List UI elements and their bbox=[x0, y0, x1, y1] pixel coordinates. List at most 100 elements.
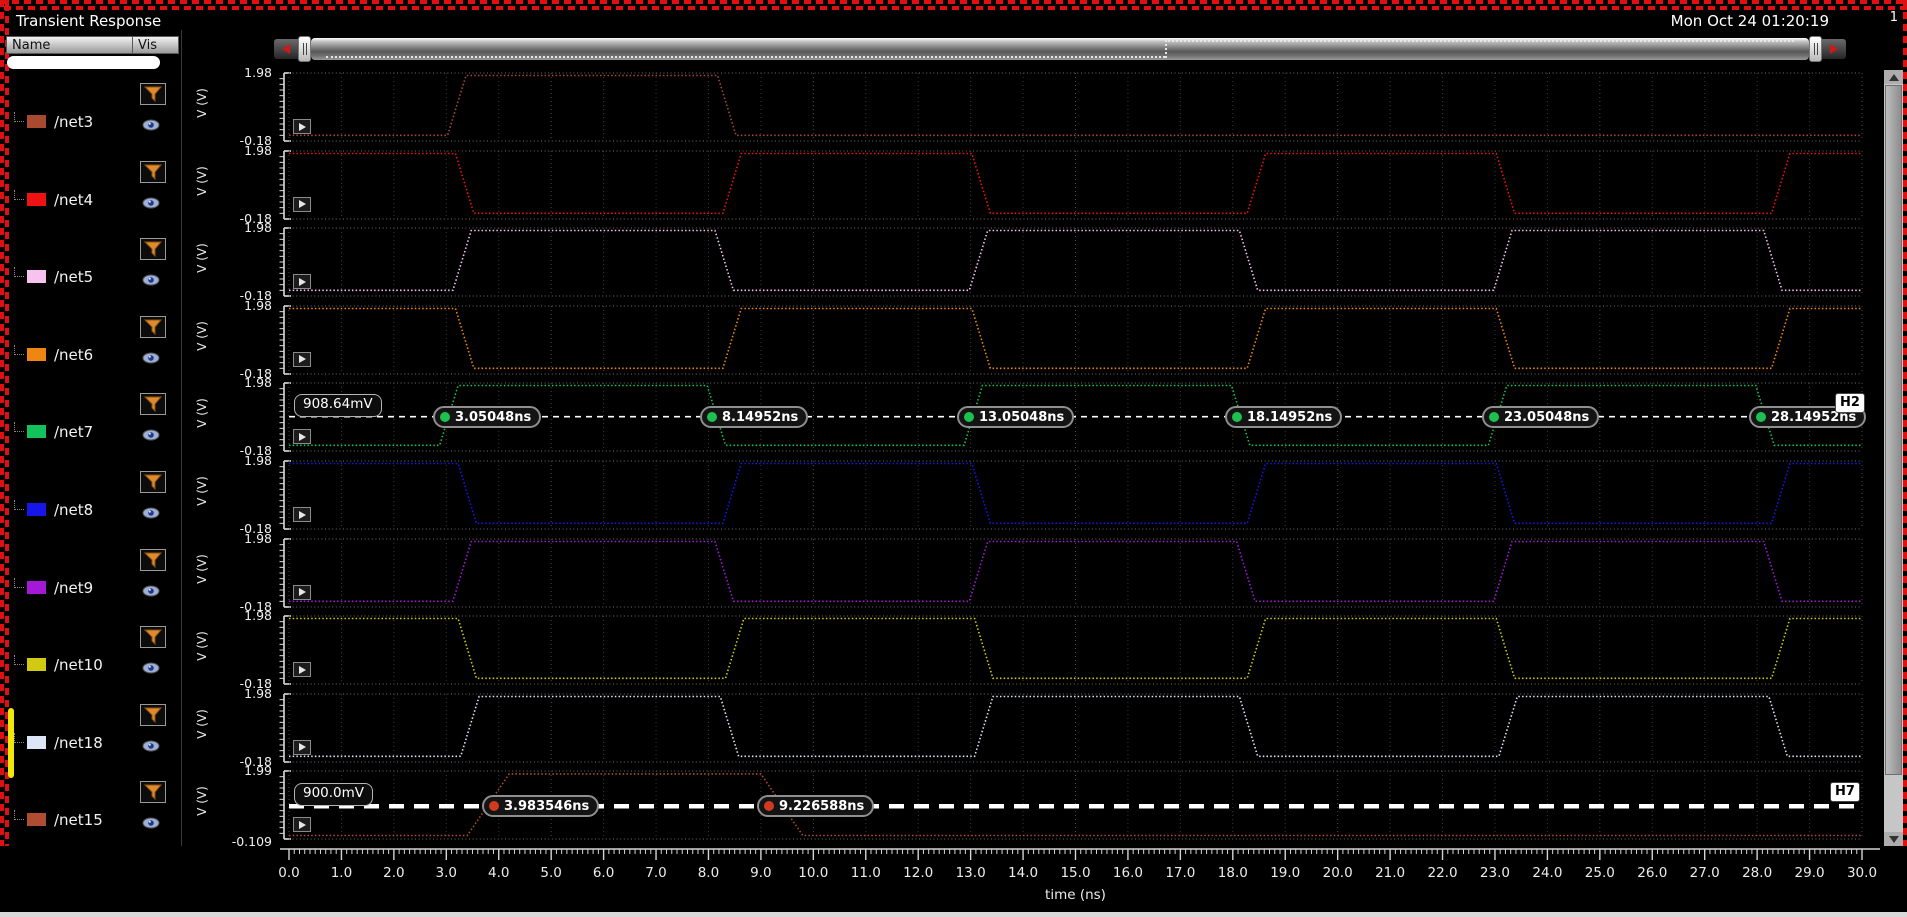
filter-button[interactable] bbox=[140, 703, 166, 726]
net-color-swatch[interactable] bbox=[27, 580, 46, 594]
marker-point[interactable]: 13.05048ns bbox=[957, 406, 1075, 429]
net-name[interactable]: /net6 bbox=[54, 346, 93, 364]
visibility-toggle[interactable] bbox=[142, 814, 160, 829]
net-color-swatch[interactable] bbox=[27, 425, 46, 439]
net-name[interactable]: /net9 bbox=[54, 579, 93, 597]
waveform-viewer-window: Transient Response Mon Oct 24 01:20:19 1… bbox=[0, 0, 1907, 917]
net-name[interactable]: /net7 bbox=[54, 423, 93, 441]
waveform-strip: V (V) 1.99 -0.109 900.0mV 3.983546ns 9.226588… bbox=[190, 763, 1884, 849]
column-header-name[interactable]: Name bbox=[6, 36, 133, 54]
vertical-scrollbar[interactable] bbox=[1884, 70, 1903, 846]
horizontal-zoom-slider[interactable] bbox=[274, 36, 1846, 62]
strip-play-button[interactable] bbox=[293, 351, 311, 367]
net-row[interactable]: /net4 bbox=[0, 160, 182, 238]
strip-play-button[interactable] bbox=[293, 196, 311, 212]
net-name[interactable]: /net4 bbox=[54, 191, 93, 209]
net-color-swatch[interactable] bbox=[27, 192, 46, 206]
slider-right-handle[interactable] bbox=[1809, 36, 1822, 62]
svg-text:17.0: 17.0 bbox=[1165, 865, 1195, 881]
net-color-swatch[interactable] bbox=[27, 270, 46, 284]
strip-play-button[interactable] bbox=[293, 119, 311, 134]
net-color-swatch[interactable] bbox=[27, 503, 46, 516]
scroll-left-button[interactable] bbox=[274, 39, 298, 59]
strip-play-button[interactable] bbox=[293, 274, 311, 290]
corner-indicator: 1 bbox=[1889, 10, 1898, 25]
strip-plot bbox=[279, 304, 1863, 375]
visibility-toggle[interactable] bbox=[142, 349, 160, 364]
filter-button[interactable] bbox=[140, 315, 166, 338]
net-name[interactable]: /net15 bbox=[54, 811, 103, 829]
filter-button[interactable] bbox=[140, 626, 166, 649]
visibility-toggle[interactable] bbox=[142, 659, 160, 674]
funnel-icon bbox=[143, 707, 163, 723]
strip-play-button[interactable] bbox=[293, 584, 311, 600]
tree-branch bbox=[14, 810, 24, 821]
scroll-up-button[interactable] bbox=[1884, 70, 1903, 84]
marker-point-label: 9.226588ns bbox=[779, 798, 865, 814]
visibility-toggle[interactable] bbox=[142, 426, 160, 441]
net-color-swatch[interactable] bbox=[27, 813, 46, 827]
filter-button[interactable] bbox=[140, 238, 166, 261]
slider-left-handle[interactable] bbox=[298, 36, 311, 62]
column-header-vis[interactable]: Vis bbox=[132, 36, 179, 54]
filter-button[interactable] bbox=[140, 160, 166, 183]
svg-text:25.0: 25.0 bbox=[1585, 865, 1615, 881]
net-name[interactable]: /net8 bbox=[54, 501, 93, 519]
net-color-swatch[interactable] bbox=[27, 347, 46, 361]
filter-button[interactable] bbox=[140, 548, 166, 571]
slider-track[interactable] bbox=[311, 38, 1809, 60]
tree-branch bbox=[14, 577, 24, 588]
net-row[interactable]: /net10 bbox=[0, 625, 182, 703]
marker-badge[interactable]: H7 bbox=[1830, 782, 1860, 803]
marker-point[interactable]: 3.05048ns bbox=[433, 406, 542, 429]
strip-play-button[interactable] bbox=[293, 739, 311, 755]
waveform-strip: V (V) 1.98 -0.18 bbox=[190, 686, 1884, 769]
marker-dot-icon bbox=[1232, 412, 1242, 423]
marker-point[interactable]: 18.14952ns bbox=[1225, 406, 1343, 429]
marker-point[interactable]: 9.226588ns bbox=[757, 795, 875, 818]
vertical-scrollbar-thumb[interactable] bbox=[1885, 85, 1902, 775]
marker-level-label[interactable]: 908.64mV bbox=[294, 394, 382, 418]
net-row[interactable]: /net18 bbox=[0, 703, 182, 781]
visibility-toggle[interactable] bbox=[142, 737, 160, 752]
svg-text:4.0: 4.0 bbox=[488, 865, 509, 881]
visibility-toggle[interactable] bbox=[142, 271, 160, 286]
filter-button[interactable] bbox=[140, 471, 166, 493]
strip-play-button[interactable] bbox=[293, 507, 311, 522]
marker-badge[interactable]: H2 bbox=[1835, 393, 1865, 414]
net-row[interactable]: /net9 bbox=[0, 548, 182, 626]
net-color-swatch[interactable] bbox=[27, 658, 46, 672]
marker-point[interactable]: 8.14952ns bbox=[700, 406, 809, 429]
tree-branch bbox=[14, 422, 24, 433]
net-name[interactable]: /net3 bbox=[54, 113, 93, 131]
net-row[interactable]: /net5 bbox=[0, 237, 182, 315]
strip-play-button[interactable] bbox=[293, 662, 311, 678]
svg-text:9.0: 9.0 bbox=[750, 865, 771, 881]
net-name[interactable]: /net10 bbox=[54, 656, 103, 674]
net-row[interactable]: /net3 bbox=[0, 82, 182, 160]
marker-dot-icon bbox=[440, 412, 450, 423]
net-row[interactable]: /net8 bbox=[0, 470, 182, 548]
scroll-right-button[interactable] bbox=[1822, 39, 1846, 59]
net-row[interactable]: /net6 bbox=[0, 315, 182, 393]
svg-text:12.0: 12.0 bbox=[903, 865, 933, 881]
scroll-down-button[interactable] bbox=[1884, 832, 1903, 846]
visibility-toggle[interactable] bbox=[142, 194, 160, 209]
net-name[interactable]: /net18 bbox=[54, 734, 103, 752]
visibility-toggle[interactable] bbox=[142, 582, 160, 597]
svg-text:0.0: 0.0 bbox=[278, 865, 299, 881]
filter-button[interactable] bbox=[140, 781, 166, 804]
visibility-toggle[interactable] bbox=[142, 116, 160, 131]
net-name[interactable]: /net5 bbox=[54, 268, 93, 286]
marker-level-label[interactable]: 900.0mV bbox=[294, 783, 374, 807]
visibility-toggle[interactable] bbox=[142, 504, 160, 519]
net-row[interactable]: /net7 bbox=[0, 392, 182, 470]
marker-point[interactable]: 23.05048ns bbox=[1482, 406, 1600, 429]
filter-button[interactable] bbox=[140, 83, 166, 105]
filter-button[interactable] bbox=[140, 393, 166, 416]
filter-input[interactable] bbox=[7, 56, 160, 69]
net-color-swatch[interactable] bbox=[27, 115, 46, 128]
eye-icon bbox=[142, 507, 160, 519]
marker-point[interactable]: 3.983546ns bbox=[482, 795, 600, 818]
net-color-swatch[interactable] bbox=[27, 735, 46, 749]
